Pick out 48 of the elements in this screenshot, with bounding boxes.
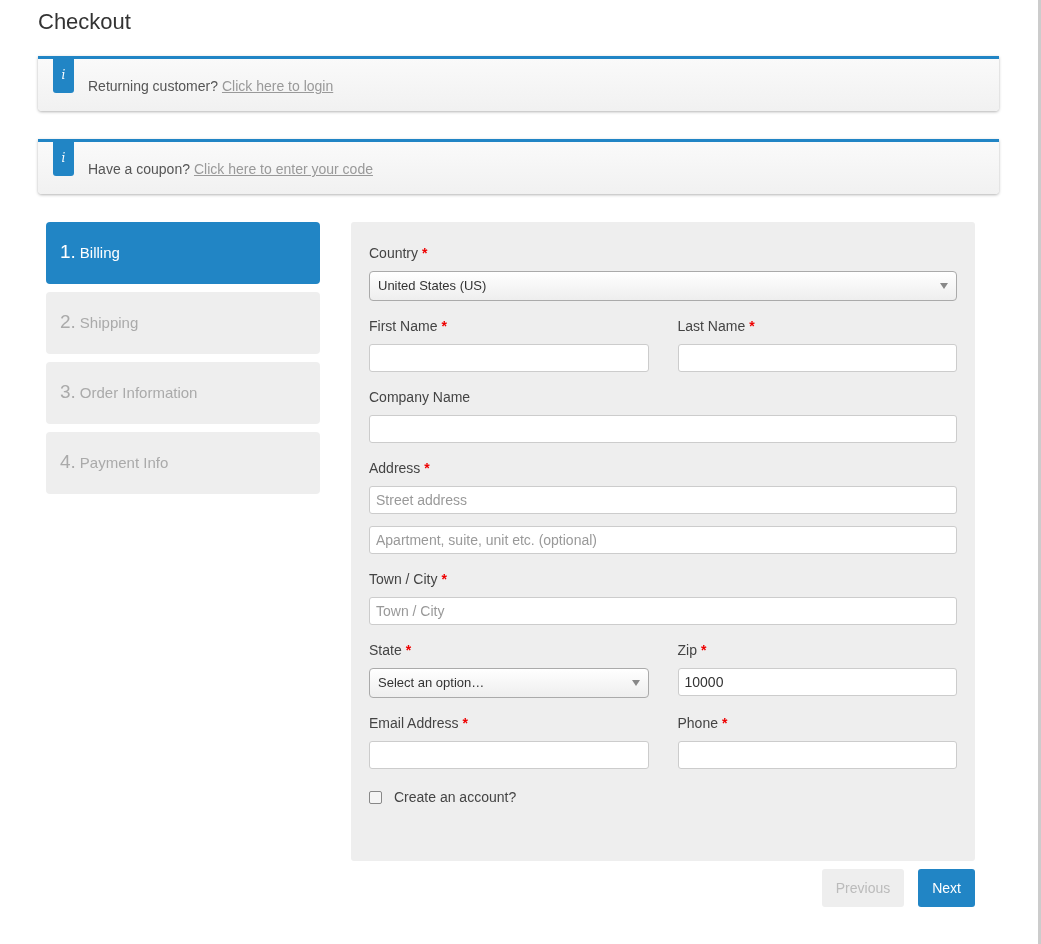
- notice-text: Have a coupon?: [88, 160, 190, 179]
- notice-link[interactable]: Click here to enter your code: [193, 159, 373, 180]
- checkbox-label: Create an account?: [394, 788, 517, 807]
- select-value: Select an option…: [378, 674, 485, 693]
- required-mark: *: [700, 641, 707, 659]
- required-mark: *: [424, 459, 430, 477]
- required-mark: *: [441, 317, 447, 335]
- step-tab[interactable]: 1. Billing: [46, 222, 320, 284]
- input-field[interactable]: [369, 415, 957, 443]
- checkbox[interactable]: [369, 791, 382, 804]
- required-mark: *: [722, 714, 728, 732]
- field-label: Address: [369, 459, 421, 477]
- step-tab[interactable]: 2. Shipping: [46, 292, 320, 354]
- page-title: Checkout: [38, 8, 132, 36]
- step-tab[interactable]: 3. Order Information: [46, 362, 320, 424]
- required-mark: *: [462, 714, 468, 732]
- step-tab[interactable]: 4. Payment Info: [46, 432, 320, 494]
- info-icon: i: [53, 59, 74, 93]
- select-value: United States (US): [378, 277, 487, 296]
- next-button[interactable]: Next: [918, 869, 975, 907]
- field-label: First Name: [369, 317, 438, 335]
- field-label: Country: [369, 244, 419, 262]
- input-field[interactable]: Street address: [369, 486, 957, 514]
- field-label: Email Address: [369, 714, 459, 732]
- field-label: Phone: [677, 714, 718, 732]
- caret-icon: [940, 283, 948, 289]
- field-label: Zip: [677, 641, 697, 659]
- input-field[interactable]: [677, 741, 957, 769]
- field-label: Town / City: [369, 570, 438, 588]
- notice-text: Returning customer?: [88, 77, 218, 96]
- input-field[interactable]: Town / City: [369, 597, 957, 625]
- input-field[interactable]: [677, 344, 957, 372]
- field-label: Last Name: [677, 317, 746, 335]
- select-dropdown[interactable]: United States (US): [369, 271, 957, 301]
- field-label: Company Name: [369, 388, 471, 406]
- input-field[interactable]: [369, 344, 649, 372]
- required-mark: *: [422, 244, 428, 262]
- required-mark: *: [441, 570, 447, 588]
- info-icon: i: [53, 142, 74, 176]
- caret-icon: [631, 680, 640, 686]
- field-label: State: [369, 641, 402, 659]
- select-dropdown[interactable]: Select an option…: [369, 668, 649, 698]
- input-field[interactable]: Apartment, suite, unit etc. (optional): [369, 526, 957, 554]
- input-field[interactable]: [369, 741, 649, 769]
- required-mark: *: [405, 641, 412, 659]
- input-field[interactable]: 10000: [677, 668, 957, 696]
- notice-link[interactable]: Click here to login: [221, 76, 334, 97]
- required-mark: *: [749, 317, 755, 335]
